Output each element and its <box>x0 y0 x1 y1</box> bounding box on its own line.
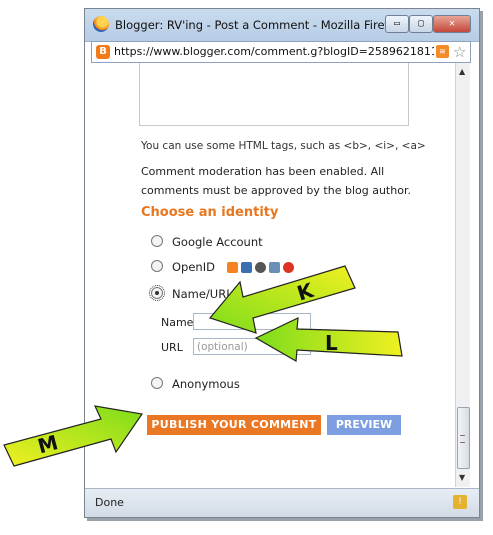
arrow-l: L <box>254 317 403 362</box>
annotation-arrows: K L M <box>3 265 403 467</box>
arrow-m: M <box>3 405 144 467</box>
arrow-l-label: L <box>325 331 338 355</box>
arrow-k: K <box>208 265 356 334</box>
